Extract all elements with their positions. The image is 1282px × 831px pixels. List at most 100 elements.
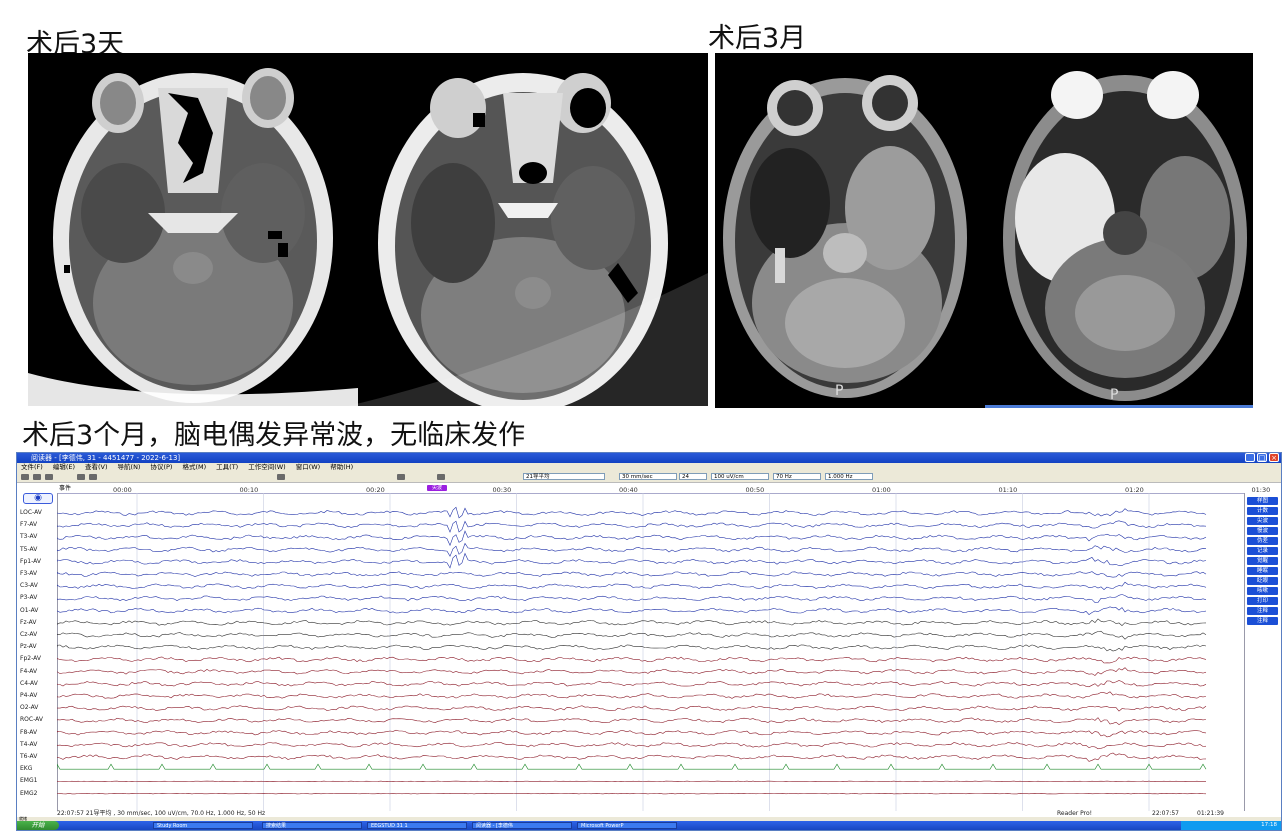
menu-item-1[interactable]: 编辑(E) (53, 463, 75, 472)
open-icon[interactable] (45, 474, 53, 480)
mri-slice-t2 (1003, 71, 1247, 401)
eeg-trace (57, 667, 1207, 676)
channel-label[interactable]: O2-AV (20, 704, 38, 711)
taskbar-item[interactable]: 搜索结果 (262, 822, 362, 829)
channel-label[interactable]: Fp1-AV (20, 558, 41, 565)
channel-label[interactable]: Fz-AV (20, 619, 36, 626)
eeg-traces (57, 493, 1207, 811)
menu-item-6[interactable]: 工具(T) (216, 463, 238, 472)
high-filter-select[interactable]: 70 Hz (773, 473, 821, 480)
eeg-trace (57, 792, 1207, 795)
sensitivity-select[interactable]: 100 uV/cm (711, 473, 769, 480)
caption-eeg-findings: 术后3个月，脑电偶发异常波，无临床发作 (22, 420, 526, 451)
undo-icon[interactable] (277, 474, 285, 480)
eeg-trace (57, 630, 1207, 640)
event-button[interactable]: 伪差 (1247, 537, 1278, 545)
channel-label[interactable]: T6-AV (20, 753, 37, 760)
menu-item-8[interactable]: 窗口(W) (296, 463, 321, 472)
montage-select[interactable]: 21导平均 (523, 473, 605, 480)
eeg-reader-window: 阅读器 - [李德伟, 31 - 4451477 - 2022-6-13] _ … (16, 452, 1282, 831)
maximize-button[interactable]: □ (1257, 453, 1267, 462)
event-button[interactable]: 睡眠 (1247, 567, 1278, 575)
back-icon[interactable] (77, 474, 85, 480)
eeg-trace (57, 729, 1207, 738)
eeg-trace (57, 705, 1207, 712)
channel-label[interactable]: C3-AV (20, 582, 38, 589)
event-button[interactable]: 觉醒 (1247, 557, 1278, 565)
mri-label-right: P (1110, 387, 1119, 403)
save-icon[interactable] (21, 474, 29, 480)
marker-icon[interactable] (437, 474, 445, 480)
channel-label[interactable]: LOC-AV (20, 509, 42, 516)
minimize-button[interactable]: _ (1245, 453, 1255, 462)
menu-item-9[interactable]: 帮助(H) (330, 463, 353, 472)
channel-label[interactable]: F8-AV (20, 729, 37, 736)
mri-slice-flair (723, 75, 967, 398)
mri-scan-panel: P P (715, 53, 1253, 408)
speed-select[interactable]: 30 mm/sec (619, 473, 677, 480)
forward-icon[interactable] (89, 474, 97, 480)
channel-label[interactable]: Fp2-AV (20, 655, 41, 662)
eeg-trace (57, 680, 1207, 688)
channel-count-select[interactable]: 24 (679, 473, 707, 480)
event-button[interactable]: 咳嗽 (1247, 587, 1278, 595)
event-button[interactable]: 慢波 (1247, 527, 1278, 535)
eeg-trace (57, 606, 1207, 615)
event-button[interactable]: 注释 (1247, 617, 1278, 625)
start-button[interactable]: 开始 (17, 821, 59, 830)
channel-label[interactable]: F3-AV (20, 570, 37, 577)
close-button[interactable]: × (1269, 453, 1279, 462)
eeg-trace (57, 542, 1207, 557)
channel-label[interactable]: Cz-AV (20, 631, 37, 638)
channel-label[interactable]: EKG (20, 765, 32, 772)
eeg-trace (57, 594, 1207, 603)
channel-label[interactable]: P3-AV (20, 594, 37, 601)
spike-event-marker[interactable]: 尖波 (427, 485, 448, 491)
event-button[interactable]: 尖波 (1247, 517, 1278, 525)
event-button[interactable]: 眨眼 (1247, 577, 1278, 585)
taskbar-item[interactable]: EEGSTUD 31 1 (367, 822, 467, 829)
channel-label[interactable]: F4-AV (20, 668, 37, 675)
menu-item-5[interactable]: 格式(M) (182, 463, 206, 472)
channel-label[interactable]: T5-AV (20, 546, 37, 553)
menu-item-4[interactable]: 协议(P) (150, 463, 172, 472)
menu-item-7[interactable]: 工作空间(W) (248, 463, 286, 472)
channel-label[interactable]: T3-AV (20, 533, 37, 540)
event-button[interactable]: 计数 (1247, 507, 1278, 515)
event-button[interactable]: 注释 (1247, 607, 1278, 615)
eye-view-button[interactable]: ◉ (23, 493, 53, 504)
taskbar-item[interactable]: Microsoft PowerP (577, 822, 677, 829)
eeg-trace (57, 571, 1207, 578)
print-icon[interactable] (33, 474, 41, 480)
channel-label[interactable]: EMG1 (20, 777, 37, 784)
eeg-trace (57, 520, 1207, 533)
eeg-trace (57, 656, 1207, 664)
event-button[interactable]: 打印 (1247, 597, 1278, 605)
eeg-trace (57, 644, 1207, 652)
menu-item-3[interactable]: 导航(N) (118, 463, 141, 472)
channel-label[interactable]: P4-AV (20, 692, 37, 699)
channel-label[interactable]: Pz-AV (20, 643, 37, 650)
channel-label[interactable]: C4-AV (20, 680, 38, 687)
menu-item-0[interactable]: 文件(F) (21, 463, 43, 472)
channel-label[interactable]: T4-AV (20, 741, 37, 748)
eeg-trace (57, 752, 1207, 762)
clock-text: 17:18 (1261, 822, 1277, 828)
eeg-toolbar: 21导平均 30 mm/sec 24 100 uV/cm 70 Hz 1.000… (17, 472, 1281, 483)
caption-post-3-months: 术后3月 (708, 23, 807, 54)
channel-label[interactable]: F7-AV (20, 521, 37, 528)
channel-label[interactable]: EMG2 (20, 790, 37, 797)
event-button[interactable]: 样图 (1247, 497, 1278, 505)
taskbar-item[interactable]: 阅读器 - [李德伟 (472, 822, 572, 829)
channel-label[interactable]: ROC-AV (20, 716, 43, 723)
channel-label[interactable]: O1-AV (20, 607, 38, 614)
window-controls: _ □ × (1245, 453, 1279, 463)
low-filter-select[interactable]: 1.000 Hz (825, 473, 873, 480)
event-button[interactable]: 记录 (1247, 547, 1278, 555)
menu-item-2[interactable]: 查看(V) (85, 463, 108, 472)
event-button-panel: 样图 计数 尖波 慢波 伪差 记录 觉醒 睡眠 眨眼 咳嗽 打印 注释 注释 (1244, 493, 1281, 811)
eeg-trace (57, 530, 1207, 547)
zoom-icon[interactable] (397, 474, 405, 480)
taskbar-item[interactable]: Study Room (153, 822, 253, 829)
eeg-trace (57, 742, 1207, 750)
